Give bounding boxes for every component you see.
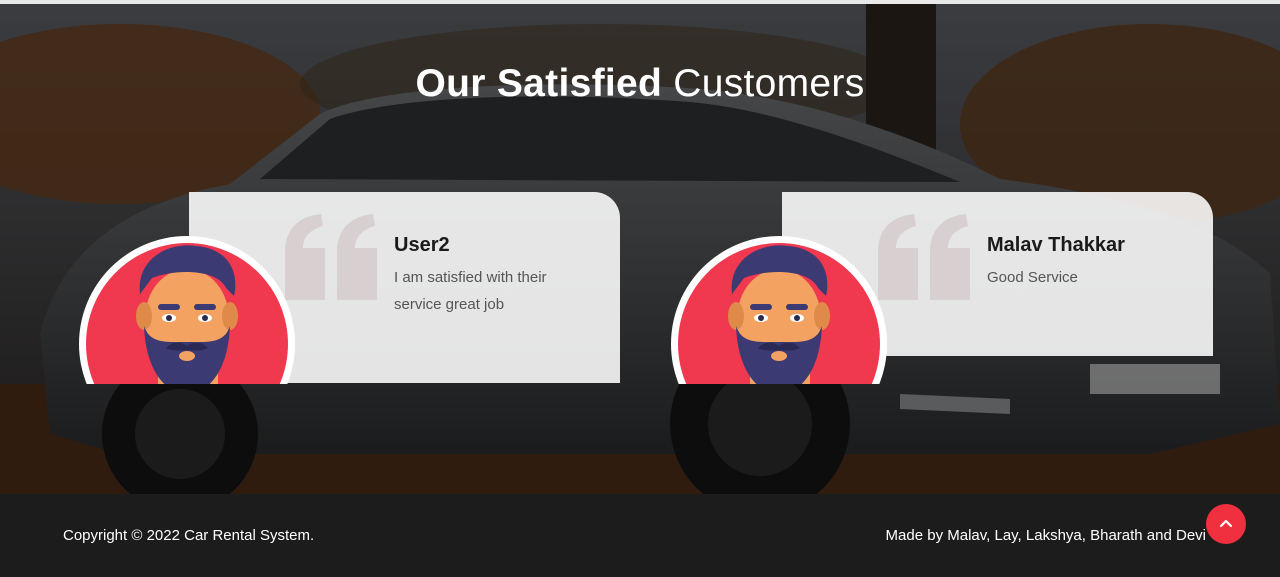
chevron-up-icon	[1219, 519, 1233, 528]
copyright-text: Copyright © 2022 Car Rental System.	[63, 527, 315, 544]
footer: Copyright © 2022 Car Rental System. Made…	[0, 494, 1280, 577]
testimonial-name: Malav Thakkar	[987, 234, 1125, 256]
section-title: Our Satisfied Customers	[0, 62, 1280, 106]
section-title-light: Customers	[673, 62, 865, 105]
bearded-man-avatar-icon	[78, 234, 298, 384]
made-by-text: Made by Malav, Lay, Lakshya, Bharath and…	[885, 527, 1206, 544]
scroll-to-top-button[interactable]	[1206, 504, 1246, 544]
section-title-bold: Our Satisfied	[415, 62, 663, 105]
testimonial-text: I am satisfied with their service great …	[394, 269, 547, 313]
testimonial-name: User2	[394, 234, 450, 256]
bearded-man-avatar-icon	[670, 234, 890, 384]
testimonial-text: Good Service	[987, 269, 1078, 286]
testimonials-section: Our Satisfied Customers User2 I am satis…	[0, 4, 1280, 494]
